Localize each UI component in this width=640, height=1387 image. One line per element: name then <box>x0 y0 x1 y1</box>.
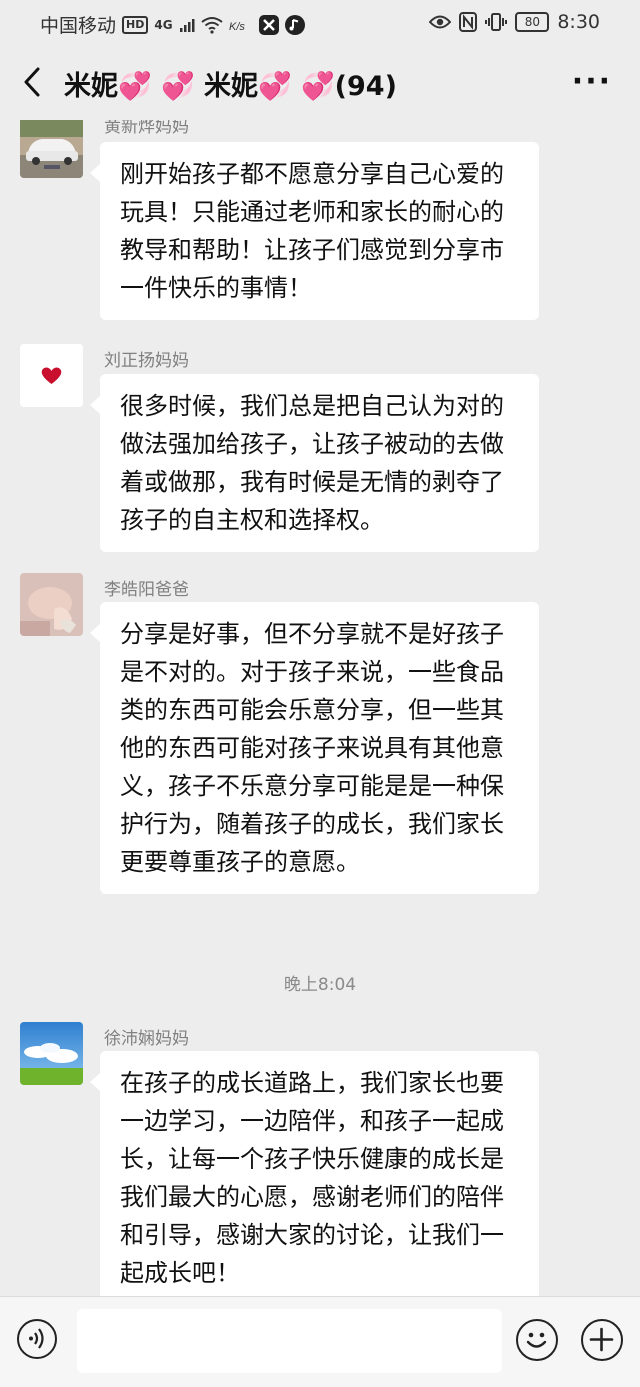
voice-wave-icon <box>29 1328 44 1349</box>
smiley-face-icon <box>526 1332 547 1348</box>
more-dots-icon[interactable]: ··· <box>572 64 612 99</box>
music-notification-icon <box>284 14 305 35</box>
battery-level: 80 <box>515 12 550 32</box>
carrier-label: 中国移动 <box>40 15 117 37</box>
app-notification-icon <box>258 14 279 35</box>
chat-title: 米妮💞 💞 米妮💞 💞(94) <box>64 71 397 102</box>
hd-badge: HD <box>122 15 149 34</box>
emoji-icon[interactable] <box>516 1319 558 1361</box>
voice-icon[interactable] <box>17 1319 57 1359</box>
eye-icon <box>429 15 452 29</box>
sender-name: 徐沛娴妈妈 <box>104 1029 189 1049</box>
chat-message-list[interactable]: 黄新烨妈妈 刚开始孩子都不愿意分享自己心爱的玩具！只能通过老师和家长的耐心的教导… <box>0 120 640 1296</box>
vibrate-icon <box>485 13 508 31</box>
input-bar <box>0 1296 640 1387</box>
sender-name: 刘正扬妈妈 <box>104 351 189 371</box>
network-label: 4G <box>154 17 173 32</box>
sender-name: 李皓阳爸爸 <box>104 580 189 600</box>
status-right: 80 8:30 <box>429 11 600 33</box>
wifi-icon <box>200 16 223 34</box>
avatar[interactable] <box>20 573 83 636</box>
nfc-icon <box>459 12 478 32</box>
status-bar: 中国移动 HD 4G K/s 80 8:30 <box>0 0 640 44</box>
chat-header: 米妮💞 💞 米妮💞 💞(94) ··· <box>0 44 640 120</box>
car-avatar-icon <box>20 120 83 178</box>
svg-text:K/s: K/s <box>229 21 245 33</box>
chevron-left-icon[interactable] <box>18 64 48 100</box>
signal-icon <box>179 18 195 32</box>
message-bubble[interactable]: 刚开始孩子都不愿意分享自己心爱的玩具！只能通过老师和家长的耐心的教导和帮助！让孩… <box>90 142 539 320</box>
heart-avatar-icon <box>20 344 83 407</box>
status-time: 8:30 <box>557 11 600 33</box>
sky-avatar-icon <box>20 1022 83 1085</box>
plus-glyph-icon <box>589 1327 614 1352</box>
sender-name: 黄新烨妈妈 <box>104 120 189 137</box>
avatar[interactable] <box>20 344 83 407</box>
hand-avatar-icon <box>20 573 83 636</box>
message-bubble[interactable]: 很多时候，我们总是把自己认为对的做法强加给孩子，让孩子被动的去做着或做那，我有时… <box>90 374 539 552</box>
plus-icon[interactable] <box>581 1319 623 1361</box>
message-bubble[interactable]: 在孩子的成长道路上，我们家长也要一边学习，一边陪伴，和孩子一起成长，让每一个孩子… <box>90 1051 539 1296</box>
avatar[interactable] <box>20 1022 83 1085</box>
data-speed-icon: K/s <box>229 21 245 33</box>
message-input[interactable] <box>77 1309 502 1373</box>
message-bubble[interactable]: 分享是好事，但不分享就不是好孩子是不对的。对于孩子来说，一些食品类的东西可能会乐… <box>90 602 539 894</box>
timestamp: 晚上8:04 <box>283 975 357 995</box>
avatar[interactable] <box>20 120 83 178</box>
status-left: 中国移动 HD 4G K/s <box>40 11 305 38</box>
